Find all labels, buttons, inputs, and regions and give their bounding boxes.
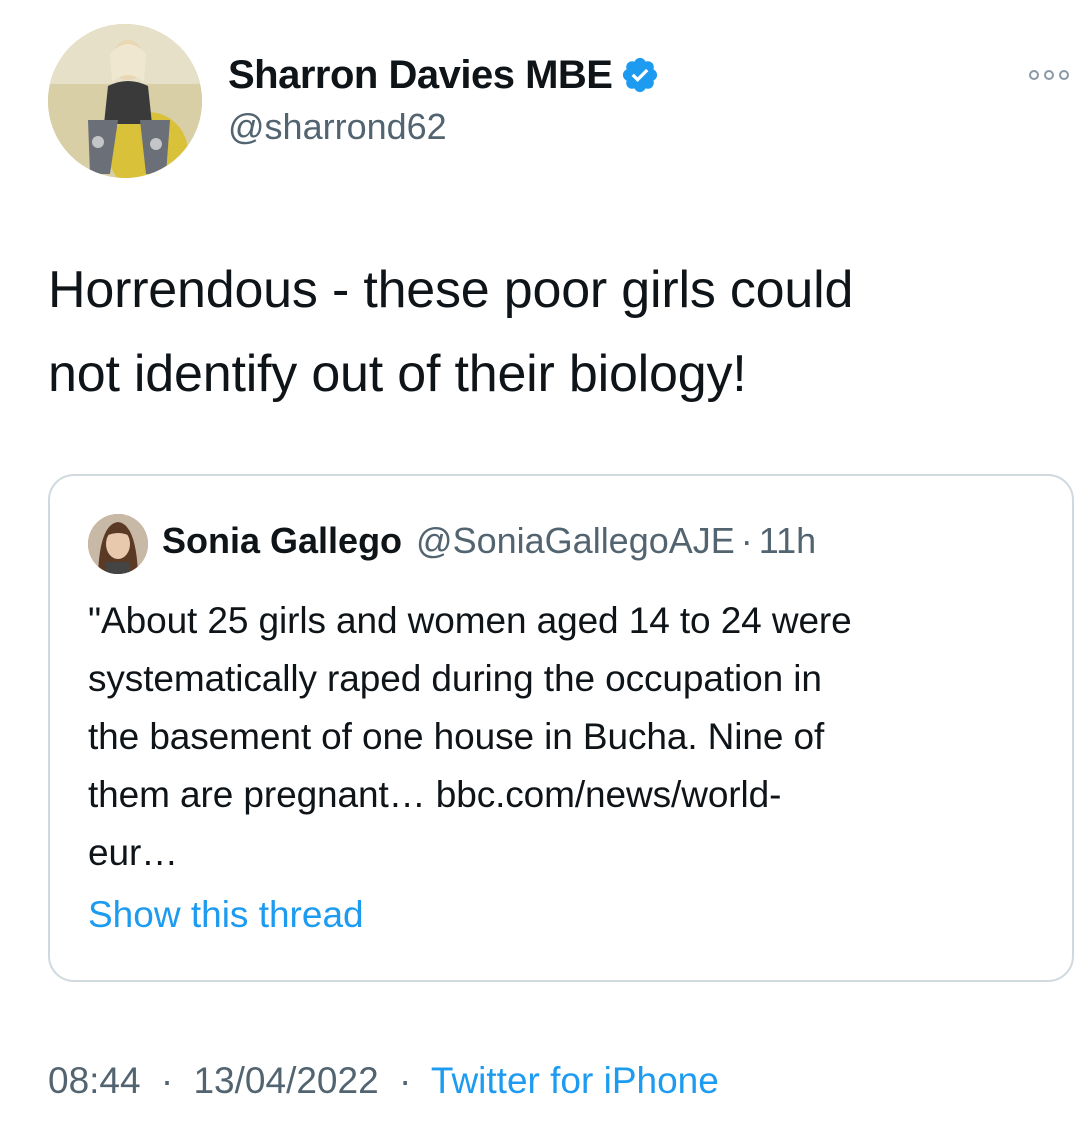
quoted-text-line: the basement of one house in Bucha. Nine… [88,716,825,757]
profile-photo-icon [48,24,202,178]
meta-separator: · [160,1060,174,1101]
tweet-text-line: not identify out of their biology! [48,345,747,403]
quoted-tweet-text: "About 25 girls and women aged 14 to 24 … [88,592,1048,882]
author-handle[interactable]: @sharrond62 [228,106,447,148]
quoted-text-line: them are pregnant… bbc.com/news/world- [88,774,782,815]
tweet-source-link[interactable]: Twitter for iPhone [431,1060,719,1101]
quoted-avatar[interactable] [88,514,148,574]
more-horizontal-icon[interactable] [1026,60,1072,90]
tweet-text: Horrendous - these poor girls could not … [48,248,1058,416]
tweet-text-line: Horrendous - these poor girls could [48,261,854,319]
tweet-metadata: 08:44 · 13/04/2022 · Twitter for iPhone [48,1060,719,1102]
quoted-author-handle[interactable]: @SoniaGallegoAJE [416,520,735,562]
quoted-header: Sonia Gallego @SoniaGallegoAJE · 11h [162,520,816,562]
quoted-text-line: "About 25 girls and women aged 14 to 24 … [88,600,852,641]
avatar[interactable] [48,24,202,178]
meta-separator: · [398,1060,412,1101]
tweet-date[interactable]: 13/04/2022 [193,1060,378,1101]
author-name-row[interactable]: Sharron Davies MBE [228,50,660,100]
author-name[interactable]: Sharron Davies MBE [228,53,613,98]
quoted-tweet-card[interactable]: Sonia Gallego @SoniaGallegoAJE · 11h "Ab… [48,474,1074,982]
quoted-text-line: eur… [88,832,179,873]
tweet-time[interactable]: 08:44 [48,1060,141,1101]
show-thread-link[interactable]: Show this thread [88,894,364,936]
quoted-separator: · [740,520,753,561]
quoted-profile-photo-icon [88,514,148,574]
quoted-author-name[interactable]: Sonia Gallego [162,520,402,562]
quoted-timestamp[interactable]: 11h [759,520,816,562]
verified-badge-icon [623,57,658,93]
quoted-text-line: systematically raped during the occupati… [88,658,822,699]
